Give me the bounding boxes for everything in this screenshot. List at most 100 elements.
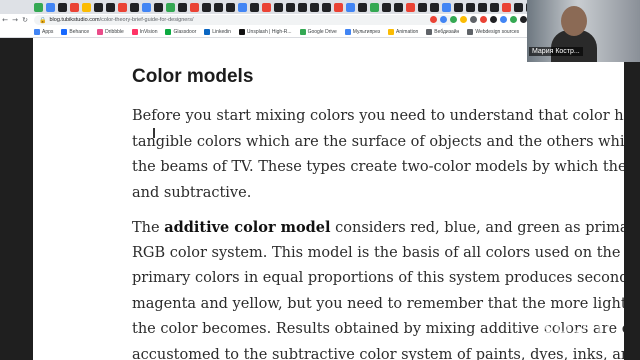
extension-icon[interactable]	[520, 16, 527, 23]
paragraph-line: Before you start mixing colors you need …	[132, 108, 624, 124]
extension-icon[interactable]	[430, 16, 437, 23]
tab-favicon-icon[interactable]	[178, 2, 187, 12]
tab-favicon-icon[interactable]	[118, 2, 127, 12]
bookmark-label: Behance	[69, 28, 90, 35]
paragraph-line: RGB color system. This model is the basi…	[132, 244, 624, 261]
video-tile[interactable]: Мария Костр...	[527, 0, 640, 62]
bookmark-label: Dribbble	[105, 28, 124, 35]
tab-favicon-icon[interactable]	[202, 2, 211, 12]
bold-term: additive color model	[164, 219, 331, 236]
bookmark-label: InVision	[139, 28, 158, 35]
back-icon[interactable]: ←	[0, 16, 10, 24]
article-page: Color models Before you start mixing col…	[33, 38, 624, 360]
tab-favicon-icon[interactable]	[274, 2, 283, 12]
extension-icon[interactable]	[470, 16, 477, 23]
tab-favicon-icon[interactable]	[406, 2, 415, 12]
tab-favicon-icon[interactable]	[190, 2, 199, 12]
participant-head	[561, 6, 587, 36]
tab-favicon-icon[interactable]	[298, 2, 307, 12]
tab-favicon-icon[interactable]	[502, 2, 511, 12]
bookmark-label: Вебдизайн	[434, 28, 460, 35]
tab-favicon-icon[interactable]	[70, 2, 79, 12]
tab-favicon-icon[interactable]	[466, 2, 475, 12]
tab-favicon-icon[interactable]	[514, 2, 523, 12]
bookmark-item[interactable]: Google Drive	[299, 28, 337, 35]
tab-favicon-icon[interactable]	[94, 2, 103, 12]
tab-favicon-icon[interactable]	[34, 2, 43, 12]
bookmark-favicon-icon	[426, 28, 433, 35]
tab-favicon-icon[interactable]	[142, 2, 151, 12]
bookmark-label: Animation	[396, 28, 419, 35]
extension-icon[interactable]	[480, 16, 487, 23]
tab-favicon-icon[interactable]	[358, 2, 367, 12]
bookmark-favicon-icon	[388, 28, 395, 35]
bookmark-favicon-icon	[131, 28, 138, 35]
tab-favicon-icon[interactable]	[214, 2, 223, 12]
lock-icon: 🔒	[39, 16, 47, 24]
paragraph-line: accustomed to the subtractive color syst…	[132, 346, 624, 360]
tab-favicon-icon[interactable]	[430, 2, 439, 12]
tab-favicon-icon[interactable]	[166, 2, 175, 12]
extension-icon[interactable]	[460, 16, 467, 23]
bookmark-favicon-icon	[97, 28, 104, 35]
tab-favicon-icon[interactable]	[382, 2, 391, 12]
tab-favicon-icon[interactable]	[106, 2, 115, 12]
tab-favicon-icon[interactable]	[418, 2, 427, 12]
extension-icon[interactable]	[450, 16, 457, 23]
tab-favicon-icon[interactable]	[238, 2, 247, 12]
tab-favicon-icon[interactable]	[322, 2, 331, 12]
tab-favicon-icon[interactable]	[226, 2, 235, 12]
extensions-row	[430, 16, 527, 23]
tab-favicon-icon[interactable]	[454, 2, 463, 12]
tab-favicon-icon[interactable]	[346, 2, 355, 12]
bookmark-favicon-icon	[299, 28, 306, 35]
bookmark-item[interactable]: InVision	[131, 28, 158, 35]
bookmark-item[interactable]: Dribbble	[97, 28, 124, 35]
forward-icon[interactable]: →	[10, 16, 20, 24]
paragraph-line: The additive color model considers red, …	[132, 219, 624, 236]
paragraph-line: the beams of TV. These types create two-…	[132, 159, 624, 175]
bookmark-favicon-icon	[238, 28, 245, 35]
text-cursor	[153, 128, 155, 138]
bookmark-item[interactable]: Apps	[34, 28, 53, 35]
tab-favicon-icon[interactable]	[250, 2, 259, 12]
bookmark-favicon-icon	[467, 28, 474, 35]
bookmark-item[interactable]: Animation	[388, 28, 419, 35]
participant-name: Мария Костр...	[529, 47, 583, 56]
tab-favicon-icon[interactable]	[394, 2, 403, 12]
bookmark-item[interactable]: Behance	[61, 28, 90, 35]
bookmark-label: Webdesign sources	[475, 28, 520, 35]
extension-icon[interactable]	[490, 16, 497, 23]
tab-favicon-icon[interactable]	[130, 2, 139, 12]
url-text: blog.tubikstudio.com/color-theory-brief-…	[49, 17, 194, 23]
tab-favicon-icon[interactable]	[334, 2, 343, 12]
tab-favicon-icon[interactable]	[46, 2, 55, 12]
tab-favicon-icon[interactable]	[154, 2, 163, 12]
address-bar[interactable]: 🔒 blog.tubikstudio.com/color-theory-brie…	[34, 15, 454, 25]
tab-favicon-icon[interactable]	[370, 2, 379, 12]
bookmark-item[interactable]: Мультипрез	[344, 28, 381, 35]
reload-icon[interactable]: ↻	[20, 16, 30, 24]
bookmark-item[interactable]: Linkedin	[204, 28, 231, 35]
right-dark-margin	[624, 38, 640, 360]
bookmark-favicon-icon	[165, 28, 172, 35]
tab-favicon-icon[interactable]	[58, 2, 67, 12]
bookmark-favicon-icon	[344, 28, 351, 35]
tab-favicon-icon[interactable]	[286, 2, 295, 12]
bookmark-item[interactable]: Unsplash | High-R...	[238, 28, 292, 35]
tab-favicon-icon[interactable]	[82, 2, 91, 12]
tab-favicon-icon[interactable]	[478, 2, 487, 12]
bookmark-item[interactable]: Glassdoor	[165, 28, 196, 35]
tab-favicon-icon[interactable]	[490, 2, 499, 12]
bookmark-label: Мультипрез	[352, 28, 381, 35]
tab-favicon-icon[interactable]	[442, 2, 451, 12]
extension-icon[interactable]	[440, 16, 447, 23]
tab-favicon-icon[interactable]	[310, 2, 319, 12]
extension-icon[interactable]	[510, 16, 517, 23]
bookmark-item[interactable]: Webdesign sources	[467, 28, 520, 35]
bookmark-favicon-icon	[204, 28, 211, 35]
extension-icon[interactable]	[500, 16, 507, 23]
bookmark-favicon-icon	[61, 28, 68, 35]
bookmark-item[interactable]: Вебдизайн	[426, 28, 460, 35]
tab-favicon-icon[interactable]	[262, 2, 271, 12]
